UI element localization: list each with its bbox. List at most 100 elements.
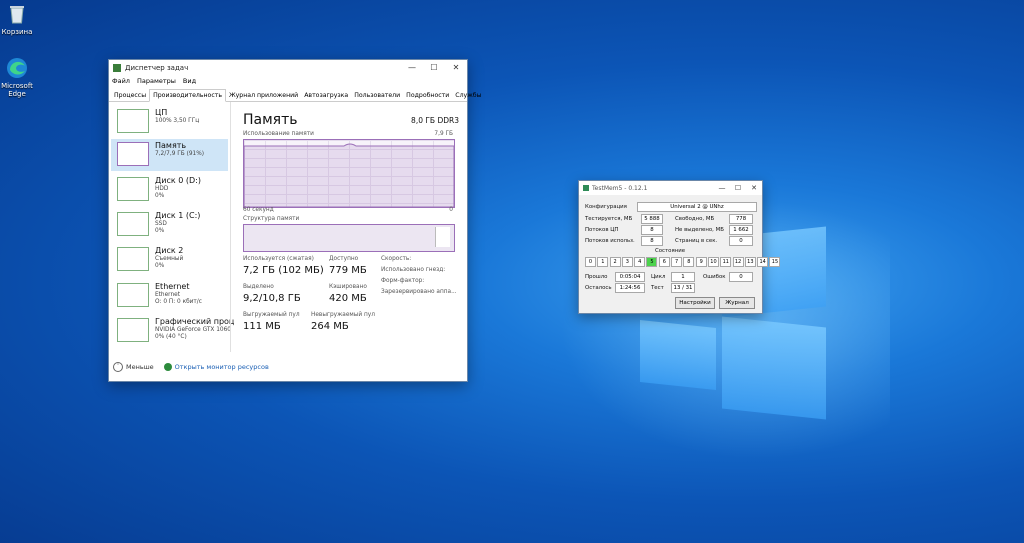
desktop-icon-edge[interactable]: Microsoft Edge <box>0 56 37 98</box>
cycle-value: 1 <box>671 272 695 282</box>
unallocated-mb-value: 1 662 <box>729 225 753 235</box>
committed-value: 9,2/10,8 ГБ <box>243 293 301 304</box>
state-cell: 13 <box>744 257 756 267</box>
title-bar[interactable]: TestMem5 - 0.12.1 — ☐ ✕ <box>579 181 762 195</box>
state-cell: 3 <box>621 257 633 267</box>
tab-users[interactable]: Пользователи <box>351 90 403 101</box>
pages-per-sec-label: Страниц в сек. <box>675 238 718 244</box>
form-factor-label: Форм-фактор: <box>381 278 425 284</box>
unallocated-mb-label: Не выделено, МБ <box>675 227 724 233</box>
memory-spec: 8,0 ГБ DDR3 <box>411 116 459 125</box>
sidebar-divider <box>230 102 231 352</box>
desktop-icon-label: Корзина <box>1 28 33 36</box>
usage-label: Использование памяти <box>243 131 314 137</box>
remaining-value: 1:24:56 <box>615 283 645 293</box>
sidebar-item-detail: Ethernet <box>155 292 180 298</box>
chevron-up-icon[interactable]: ˆ <box>113 362 123 372</box>
menu-options[interactable]: Параметры <box>137 77 176 85</box>
menu-bar: Файл Параметры Вид <box>109 75 467 87</box>
state-cell: 14 <box>757 257 769 267</box>
tab-app-history[interactable]: Журнал приложений <box>226 90 301 101</box>
sidebar-item-detail: Съемный <box>155 256 184 262</box>
wallpaper-logo-pane <box>722 316 826 420</box>
sidebar-item-disk2[interactable]: Диск 2 Съемный 0% <box>111 244 228 276</box>
sidebar-item-disk1[interactable]: Диск 1 (C:) SSD 0% <box>111 209 228 241</box>
sidebar-item-label: Графический проц <box>155 317 235 326</box>
in-use-label: Используется (сжатая) <box>243 256 314 262</box>
open-resource-monitor-link[interactable]: Открыть монитор ресурсов <box>175 363 269 371</box>
tested-mb-label: Тестируется, МБ <box>585 216 633 222</box>
cpu-mini-graph <box>117 109 149 133</box>
committed-label: Выделено <box>243 284 274 290</box>
tab-startup[interactable]: Автозагрузка <box>301 90 351 101</box>
footer: ˆ Меньше Открыть монитор ресурсов <box>113 362 269 372</box>
threads-used-value: 8 <box>641 236 663 246</box>
maximize-button[interactable]: ☐ <box>730 184 746 192</box>
minimize-button[interactable]: — <box>401 63 423 72</box>
sidebar-item-usage: 0% (40 °C) <box>155 334 187 340</box>
hardware-reserved-label: Зарезервировано аппа... <box>381 289 457 295</box>
remaining-label: Осталось <box>585 285 612 291</box>
cycle-label: Цикл <box>651 274 666 280</box>
memory-free-segment <box>435 227 450 247</box>
disk1-mini-graph <box>117 212 149 236</box>
sidebar-item-detail: 100% 3,50 ГГц <box>155 118 200 124</box>
window-title: TestMem5 - 0.12.1 <box>592 184 648 192</box>
state-cell: 2 <box>609 257 621 267</box>
structure-label: Структура памяти <box>243 216 300 222</box>
menu-view[interactable]: Вид <box>183 77 196 85</box>
settings-button[interactable]: Настройки <box>675 297 715 309</box>
sidebar-item-ethernet[interactable]: Ethernet Ethernet О: 0 П: 0 кбит/с <box>111 280 228 312</box>
testmem-icon <box>583 185 589 191</box>
tab-details[interactable]: Подробности <box>403 90 452 101</box>
memory-mini-graph <box>117 142 149 166</box>
tab-processes[interactable]: Процессы <box>111 90 149 101</box>
fewer-details-link[interactable]: Меньше <box>126 363 154 371</box>
sidebar-item-label: ЦП <box>155 108 168 117</box>
tab-performance[interactable]: Производительность <box>149 89 226 102</box>
sidebar-item-label: Ethernet <box>155 282 190 291</box>
disk0-mini-graph <box>117 177 149 201</box>
state-cell: 11 <box>720 257 732 267</box>
tab-bar: Процессы Производительность Журнал прило… <box>109 87 482 102</box>
sidebar-item-disk0[interactable]: Диск 0 (D:) HDD 0% <box>111 174 228 206</box>
sidebar-item-cpu[interactable]: ЦП 100% 3,50 ГГц <box>111 106 228 138</box>
cached-label: Кэшировано <box>329 284 367 290</box>
nonpaged-pool-value: 264 МБ <box>311 321 349 332</box>
usage-max: 7,9 ГБ <box>434 131 453 137</box>
tested-mb-value: 5 888 <box>641 214 663 224</box>
slots-label: Использовано гнезд: <box>381 267 446 273</box>
sidebar-item-label: Диск 0 (D:) <box>155 176 201 185</box>
graph-time-end: 0 <box>449 207 453 213</box>
desktop-icon-recycle-bin[interactable]: Корзина <box>0 2 37 36</box>
sidebar-item-usage: 0% <box>155 193 165 199</box>
log-button[interactable]: Журнал <box>719 297 755 309</box>
sidebar-item-gpu[interactable]: Графический проц NVIDIA GeForce GTX 1060… <box>111 315 234 347</box>
cpu-threads-label: Потоков ЦП <box>585 227 619 233</box>
sidebar-item-memory[interactable]: Память 7,2/7,9 ГБ (91%) <box>111 139 228 171</box>
ethernet-mini-graph <box>117 283 149 307</box>
disk2-mini-graph <box>117 247 149 271</box>
free-mb-value: 778 <box>729 214 753 224</box>
close-button[interactable]: ✕ <box>746 184 762 192</box>
title-bar[interactable]: Диспетчер задач — ☐ ✕ <box>109 60 467 75</box>
errors-label: Ошибок <box>703 274 726 280</box>
available-label: Доступно <box>329 256 359 262</box>
close-button[interactable]: ✕ <box>445 63 467 72</box>
state-cells: 0 1 2 3 4 5 6 7 8 9 10 11 12 13 14 15 <box>585 257 782 267</box>
maximize-button[interactable]: ☐ <box>423 63 445 72</box>
state-cell: 1 <box>597 257 609 267</box>
sidebar-item-usage: 0% <box>155 228 165 234</box>
menu-file[interactable]: Файл <box>112 77 130 85</box>
wallpaper-logo-pane <box>640 320 716 390</box>
tab-services[interactable]: Службы <box>452 90 484 101</box>
config-label: Конфигурация <box>585 204 627 210</box>
sidebar-item-detail: HDD <box>155 186 169 192</box>
sidebar-item-label: Память <box>155 141 187 150</box>
in-use-value: 7,2 ГБ (102 МБ) <box>243 265 324 276</box>
task-manager-window: Диспетчер задач — ☐ ✕ Файл Параметры Вид… <box>108 59 482 382</box>
resource-sidebar: ЦП 100% 3,50 ГГц Память 7,2/7,9 ГБ (91%)… <box>109 102 234 350</box>
available-value: 779 МБ <box>329 265 367 276</box>
test-label: Тест <box>651 285 664 291</box>
minimize-button[interactable]: — <box>714 184 730 192</box>
